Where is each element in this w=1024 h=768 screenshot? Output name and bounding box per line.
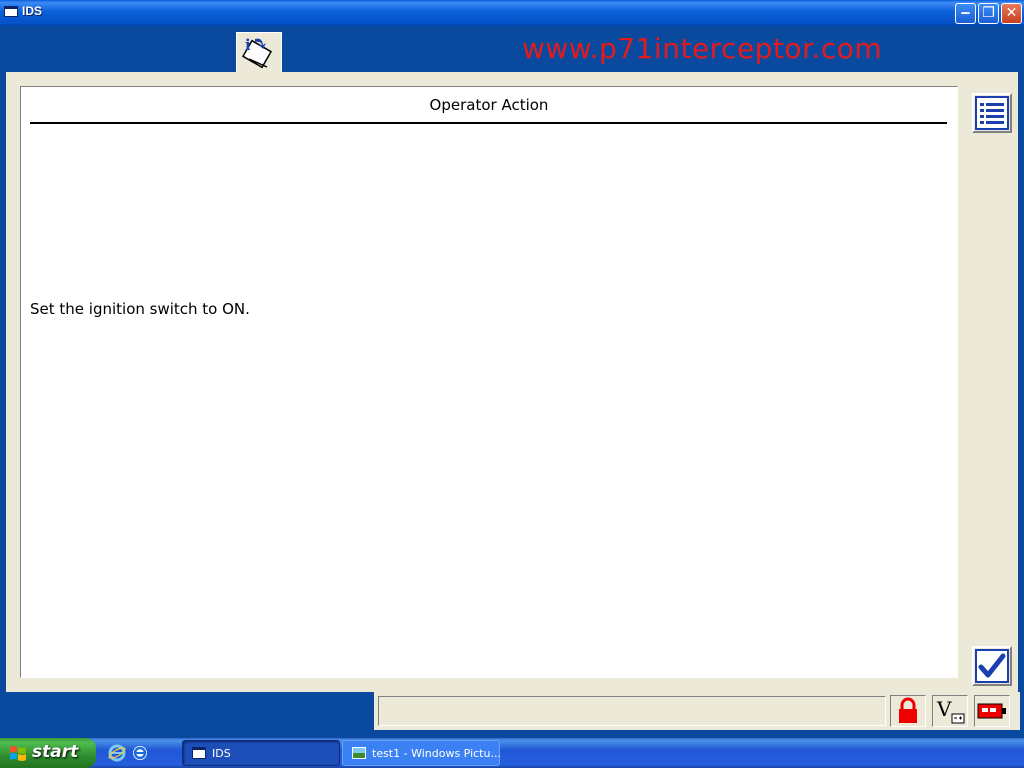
list-icon <box>975 96 1009 130</box>
status-field <box>378 696 886 726</box>
content-frame: Operator Action Set the ignition switch … <box>6 72 1018 692</box>
info-tool-tab[interactable]: i <box>236 32 282 72</box>
app-window-icon <box>4 6 18 17</box>
info-tool-icon: i <box>241 36 273 69</box>
ids-window: i www.p71interceptor.com Operator Action… <box>0 26 1024 738</box>
status-bar: V <box>374 692 1020 730</box>
voltage-icon: V <box>936 697 965 724</box>
task-label: test1 - Windows Pictu... <box>372 747 501 760</box>
header-strip: i www.p71interceptor.com <box>4 26 1020 72</box>
window-icon <box>192 747 206 759</box>
svg-text:i: i <box>245 36 251 54</box>
task-label: IDS <box>212 747 231 760</box>
close-button[interactable]: ✕ <box>1001 3 1022 24</box>
lock-icon <box>899 697 917 723</box>
confirm-button[interactable] <box>972 646 1012 686</box>
browser-shortcut-icon[interactable] <box>131 744 149 762</box>
picture-viewer-icon <box>352 747 366 759</box>
panel-title: Operator Action <box>429 96 549 114</box>
minimize-button[interactable]: ‒ <box>955 3 976 24</box>
status-row: V <box>0 692 1024 738</box>
windows-logo-icon <box>10 746 26 761</box>
start-button[interactable]: start <box>0 738 96 768</box>
maximize-button[interactable]: ❐ <box>978 3 999 24</box>
title-divider <box>30 122 947 124</box>
voltage-status[interactable]: V <box>932 695 968 727</box>
battery-icon <box>977 703 1006 719</box>
taskbar-item-ids[interactable]: IDS <box>182 740 340 766</box>
lock-status[interactable] <box>890 695 926 727</box>
start-label: start <box>32 742 79 762</box>
battery-status[interactable] <box>974 695 1010 727</box>
operator-action-panel: Operator Action Set the ignition switch … <box>20 86 958 678</box>
list-button[interactable] <box>972 93 1012 133</box>
checkmark-icon <box>975 649 1009 683</box>
svg-text:V: V <box>936 697 952 721</box>
window-titlebar[interactable]: IDS ‒ ❐ ✕ <box>0 0 1024 26</box>
internet-explorer-icon[interactable] <box>108 744 126 762</box>
instruction-text: Set the ignition switch to ON. <box>30 300 250 318</box>
taskbar: start IDS test1 - Windows Pictu... <box>0 738 1024 768</box>
watermark-text: www.p71interceptor.com <box>522 32 883 65</box>
taskbar-item-picture-viewer[interactable]: test1 - Windows Pictu... <box>342 740 501 766</box>
window-title: IDS <box>22 4 43 18</box>
